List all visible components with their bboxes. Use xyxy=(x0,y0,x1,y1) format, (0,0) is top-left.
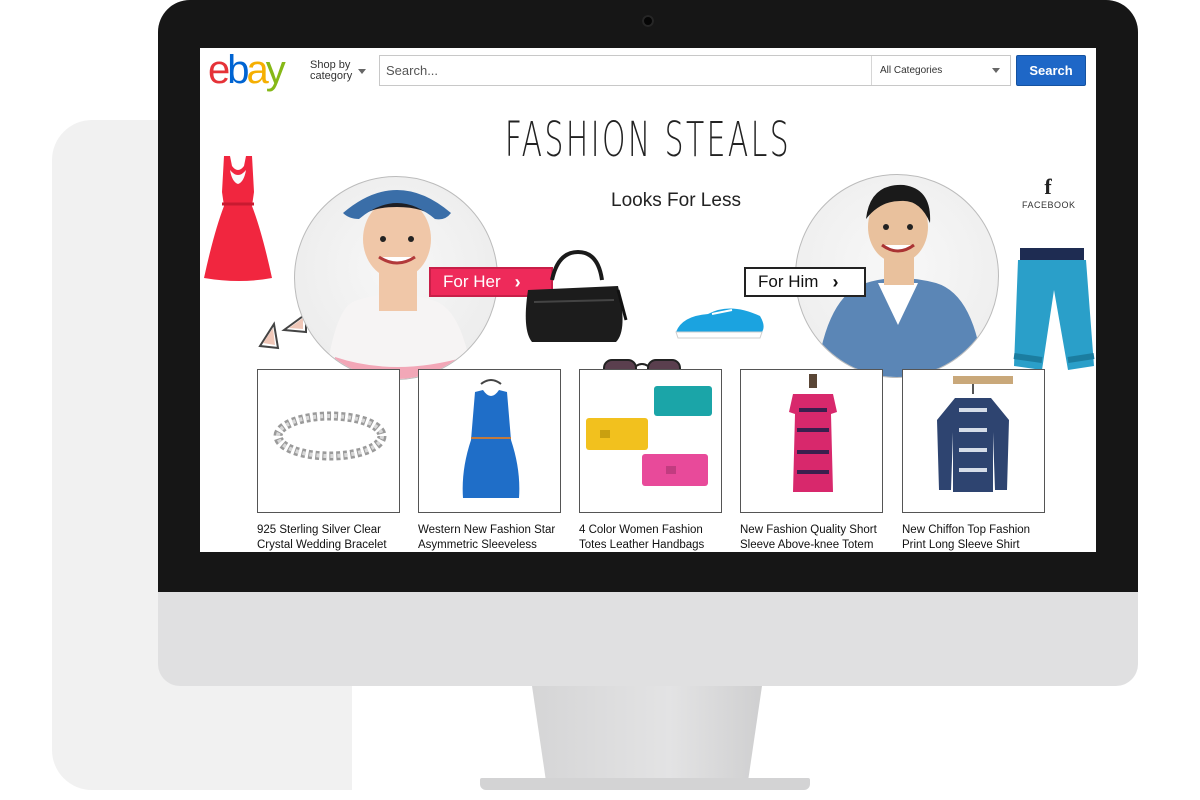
stand-base xyxy=(480,778,810,790)
search-button[interactable]: Search xyxy=(1016,55,1086,86)
bracelet-image[interactable] xyxy=(257,369,400,513)
product-title[interactable]: New Fashion Quality Short Sleeve Above-k… xyxy=(740,523,888,552)
search-bar: All Categories xyxy=(379,55,1011,86)
chevron-down-icon xyxy=(358,69,366,74)
facebook-label: FACEBOOK xyxy=(1022,200,1076,210)
product-card[interactable]: New Fashion Quality Short Sleeve Above-k… xyxy=(740,369,883,552)
product-card[interactable]: Western New Fashion Star Asymmetric Slee… xyxy=(418,369,561,552)
blue-pants-image xyxy=(1013,248,1095,370)
product-title[interactable]: Western New Fashion Star Asymmetric Slee… xyxy=(418,523,566,552)
hero-subtitle: Looks For Less xyxy=(611,190,741,211)
logo-letter-a: a xyxy=(246,48,269,92)
ebay-logo[interactable]: ebay xyxy=(208,48,286,92)
monitor-stand xyxy=(480,686,810,792)
search-input[interactable] xyxy=(380,56,871,85)
category-select-value: All Categories xyxy=(880,65,943,76)
wallets-image[interactable] xyxy=(579,369,722,513)
category-select[interactable]: All Categories xyxy=(871,56,1010,85)
red-dress-image xyxy=(204,156,272,281)
for-him-label: For Him xyxy=(758,272,819,291)
print-dress-image[interactable] xyxy=(740,369,883,513)
stand-neck xyxy=(532,686,762,780)
for-her-label: For Her xyxy=(443,272,501,291)
monitor-chin xyxy=(158,592,1138,686)
product-title[interactable]: 4 Color Women Fashion Totes Leather Hand… xyxy=(579,523,727,552)
product-card[interactable]: 4 Color Women Fashion Totes Leather Hand… xyxy=(579,369,722,552)
product-title[interactable]: 925 Sterling Silver Clear Crystal Weddin… xyxy=(257,523,405,552)
blue-dress-image[interactable] xyxy=(418,369,561,513)
browser-screen: ebay Shop by category All Categories Sea… xyxy=(200,48,1096,552)
product-row: 925 Sterling Silver Clear Crystal Weddin… xyxy=(257,369,1057,552)
hero-banner: FASHION STEALS Looks For Less For Her › … xyxy=(200,94,1096,387)
chevron-down-icon xyxy=(992,68,1000,73)
for-him-button[interactable]: For Him › xyxy=(744,267,866,297)
camera-icon xyxy=(642,15,654,27)
shop-by-category-menu[interactable]: Shop by category xyxy=(310,60,366,82)
product-title[interactable]: New Chiffon Top Fashion Print Long Sleev… xyxy=(902,523,1050,552)
chevron-right-icon: › xyxy=(832,272,839,292)
shirt-image[interactable] xyxy=(902,369,1045,513)
logo-letter-y: y xyxy=(265,48,286,92)
facebook-icon: f xyxy=(1044,174,1052,199)
shop-by-category-label: category xyxy=(310,70,353,82)
handbag-image xyxy=(525,250,628,342)
hero-title: FASHION STEALS xyxy=(504,112,792,168)
facebook-link[interactable]: f FACEBOOK xyxy=(1022,174,1076,211)
logo-letter-e: e xyxy=(208,48,230,92)
product-card[interactable]: New Chiffon Top Fashion Print Long Sleev… xyxy=(902,369,1045,552)
logo-letter-b: b xyxy=(227,48,249,92)
product-card[interactable]: 925 Sterling Silver Clear Crystal Weddin… xyxy=(257,369,400,552)
blue-shoe-image xyxy=(675,308,764,339)
site-header: ebay Shop by category All Categories Sea… xyxy=(200,48,1096,94)
